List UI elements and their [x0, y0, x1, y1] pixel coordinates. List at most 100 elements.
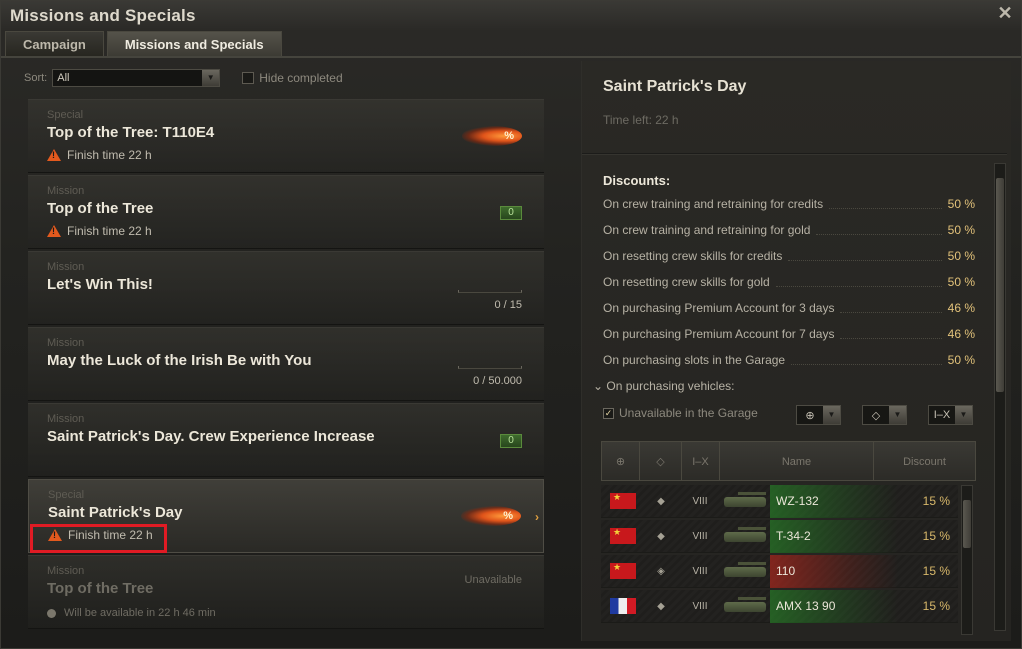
mission-title: May the Luck of the Irish Be with You	[47, 352, 312, 369]
finish-time-text: Finish time 22 h	[67, 148, 152, 162]
vehicle-name: 110	[770, 554, 898, 588]
column-name[interactable]: Name	[720, 442, 874, 480]
mission-type: Special	[47, 109, 84, 121]
discount-badge: %	[462, 126, 522, 146]
tab-missions-and-specials[interactable]: Missions and Specials	[106, 31, 282, 57]
class-filter-select[interactable]: ◇ ▼	[862, 405, 907, 425]
scrollbar-thumb[interactable]	[996, 178, 1004, 392]
discount-value: 50 %	[947, 353, 975, 367]
mission-type: Mission	[47, 413, 85, 425]
vehicle-discount: 15 %	[922, 494, 950, 508]
progress-value: 0 / 50.000	[473, 375, 522, 387]
sort-select[interactable]: All ▼	[52, 69, 221, 87]
column-tier[interactable]: I–X	[682, 442, 720, 480]
vehicle-discount: 15 %	[922, 599, 950, 613]
china-flag-icon	[610, 562, 636, 579]
tab-bar: Campaign Missions and Specials	[5, 31, 285, 57]
vehicle-table: ⊕ ◇ I–X Name Discount ◆ VIII WZ-132 15 %…	[601, 441, 976, 641]
completion-counter: 0	[500, 434, 522, 448]
vehicles-heading-text: On purchasing vehicles:	[606, 379, 735, 393]
mission-type: Mission	[47, 261, 85, 273]
mission-item[interactable]: Mission Top of the Tree Unavailable Will…	[28, 555, 544, 629]
discount-label: On resetting crew skills for credits	[603, 249, 783, 263]
highlight-box	[30, 524, 167, 553]
china-flag-icon	[610, 492, 636, 509]
mission-title: Top of the Tree: T110E4	[47, 124, 215, 141]
mission-type: Special	[48, 489, 85, 501]
discount-value: 46 %	[947, 301, 975, 315]
vehicle-class-icon: ◆	[657, 600, 665, 612]
unavailable-label[interactable]: Unavailable in the Garage	[619, 406, 758, 420]
vehicle-class-icon: ◆	[657, 530, 665, 542]
title-bar: Missions and Specials ✕	[1, 1, 1021, 31]
tank-icon	[720, 559, 770, 583]
details-scrollbar[interactable]	[994, 163, 1006, 631]
discount-label: On resetting crew skills for gold	[603, 275, 770, 289]
hide-completed-checkbox[interactable]	[242, 72, 255, 84]
vehicle-class-icon: ◈	[657, 565, 665, 577]
tier-filter-select[interactable]: I–X ▼	[928, 405, 973, 425]
unavailable-filter: ✓ Unavailable in the Garage	[603, 406, 758, 420]
discount-value: 50 %	[947, 197, 975, 211]
vehicle-tier: VIII	[692, 600, 708, 612]
table-row[interactable]: ◆ VIII AMX 13 90 15 %	[601, 589, 958, 623]
scrollbar-thumb[interactable]	[963, 500, 971, 548]
tier-filter-label: I–X	[933, 409, 951, 421]
details-title: Saint Patrick's Day	[603, 78, 747, 95]
unavailable-checkbox[interactable]: ✓	[603, 407, 614, 419]
filter-row: Sort: All ▼ Hide completed	[24, 69, 343, 87]
vehicle-class-icon: ◆	[657, 495, 665, 507]
vehicle-name: WZ-132	[770, 484, 898, 518]
discount-row: On crew training and retraining for cred…	[603, 197, 975, 213]
chevron-down-icon: ▼	[889, 406, 906, 424]
france-flag-icon	[610, 598, 636, 614]
tab-campaign[interactable]: Campaign	[5, 31, 104, 57]
vehicle-tier: VIII	[692, 495, 708, 507]
vehicle-table-scrollbar[interactable]	[961, 485, 973, 635]
china-flag-icon	[610, 527, 636, 544]
chevron-down-icon[interactable]: ▼	[202, 70, 220, 86]
vehicle-discount: 15 %	[922, 529, 950, 543]
globe-icon: ⊕	[805, 409, 815, 422]
mission-title: Top of the Tree	[47, 580, 154, 597]
vehicle-class-icon: ◇	[871, 409, 881, 422]
table-row[interactable]: ◈ VIII 110 15 %	[601, 554, 958, 588]
tank-icon	[720, 524, 770, 548]
mission-item[interactable]: Mission Top of the Tree Finish time 22 h…	[28, 175, 544, 249]
chevron-down-icon: ▼	[823, 406, 840, 424]
sort-value: All	[57, 72, 70, 84]
divider	[582, 153, 1007, 155]
table-row[interactable]: ◆ VIII WZ-132 15 %	[601, 484, 958, 518]
clock-icon	[47, 608, 56, 618]
mission-title: Top of the Tree	[47, 200, 154, 217]
vehicles-heading[interactable]: ⌄ On purchasing vehicles:	[593, 379, 734, 393]
discount-value: 50 %	[947, 249, 975, 263]
progress-bar	[458, 290, 522, 293]
globe-icon[interactable]: ⊕	[602, 442, 640, 480]
finish-time: Finish time 22 h	[47, 148, 152, 162]
mission-type: Mission	[47, 565, 85, 577]
progress-bar	[458, 366, 522, 369]
table-row[interactable]: ◆ VIII T-34-2 15 %	[601, 519, 958, 553]
mission-item[interactable]: Mission Saint Patrick's Day. Crew Experi…	[28, 403, 544, 477]
finish-time-text: Finish time 22 h	[67, 224, 152, 238]
discount-label: On purchasing Premium Account for 3 days	[603, 301, 835, 315]
table-header: ⊕ ◇ I–X Name Discount	[601, 441, 976, 481]
mission-item[interactable]: Mission Let's Win This! 0 / 15	[28, 251, 544, 325]
column-discount[interactable]: Discount	[874, 442, 975, 480]
close-icon[interactable]: ✕	[997, 4, 1013, 22]
tank-icon	[720, 594, 770, 618]
vehicle-class-icon[interactable]: ◇	[640, 442, 682, 480]
availability-text: Will be available in 22 h 46 min	[64, 607, 216, 619]
discount-row: On resetting crew skills for credits 50 %	[603, 249, 975, 265]
hide-completed-label[interactable]: Hide completed	[259, 71, 342, 85]
mission-list-panel: Sort: All ▼ Hide completed Special Top o…	[16, 61, 561, 641]
vehicle-name: T-34-2	[770, 519, 898, 553]
tank-icon	[720, 489, 770, 513]
vehicle-tier: VIII	[692, 565, 708, 577]
nation-filter-select[interactable]: ⊕ ▼	[796, 405, 841, 425]
mission-item[interactable]: Mission May the Luck of the Irish Be wit…	[28, 327, 544, 401]
mission-item[interactable]: Special Top of the Tree: T110E4 Finish t…	[28, 99, 544, 173]
mission-type: Mission	[47, 337, 85, 349]
discount-row: On resetting crew skills for gold 50 %	[603, 275, 975, 291]
